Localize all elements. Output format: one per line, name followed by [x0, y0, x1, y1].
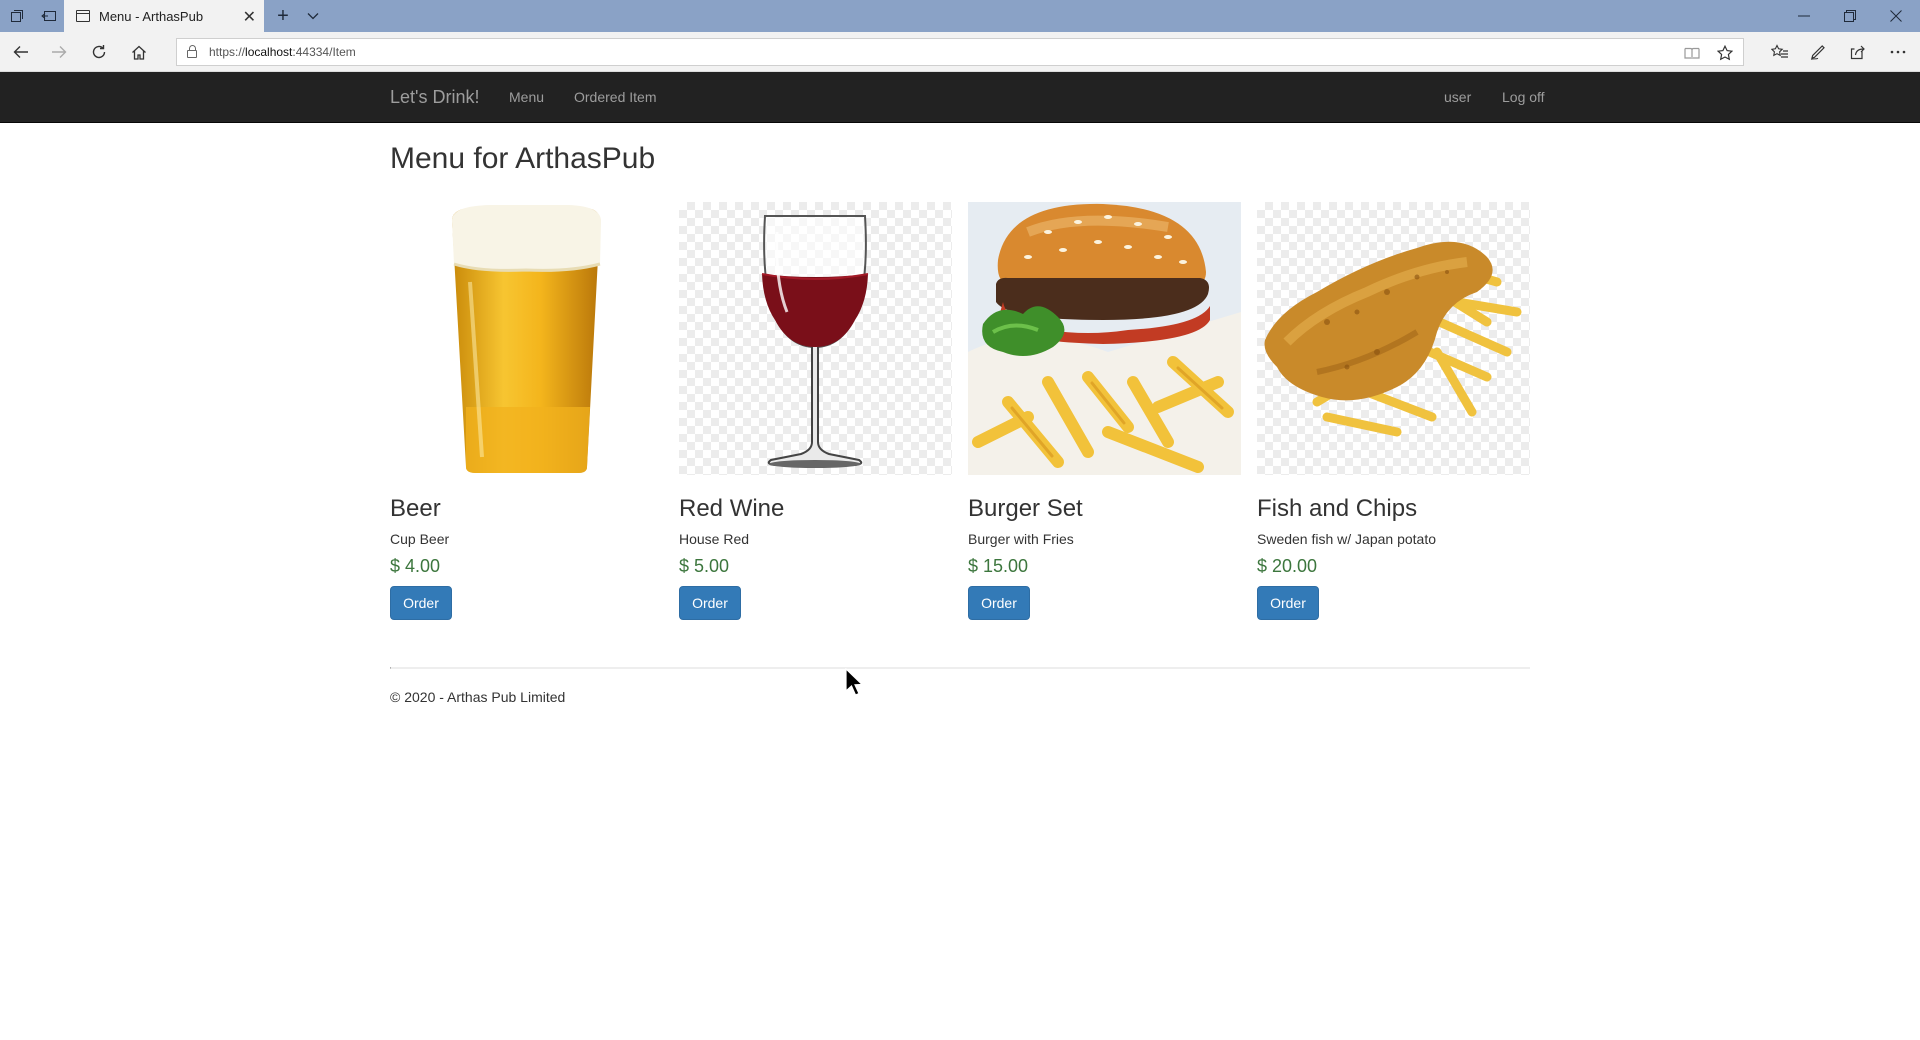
browser-toolbar: https://localhost:44334/Item: [0, 32, 1920, 72]
close-icon[interactable]: ✕: [243, 7, 256, 27]
reading-view-icon[interactable]: [1677, 41, 1707, 65]
brand-link[interactable]: Let's Drink!: [390, 87, 479, 108]
page-title: Menu for ArthasPub: [390, 142, 656, 175]
item-description: Sweden fish w/ Japan potato: [1257, 531, 1437, 547]
active-tab[interactable]: Menu - ArthasPub ✕: [64, 0, 264, 32]
url-text: https://localhost:44334/Item: [209, 45, 356, 59]
fish-and-chips-image: [1257, 202, 1530, 475]
beer-glass-image: [390, 202, 663, 475]
menu-item-card: Fish and Chips Sweden fish w/ Japan pota…: [1257, 202, 1530, 620]
item-price: $ 20.00: [1257, 556, 1318, 576]
share-icon[interactable]: [1840, 36, 1876, 68]
set-aside-icon[interactable]: [34, 0, 64, 32]
restore-icon[interactable]: [1827, 0, 1873, 32]
menu-item-card: Beer Cup Beer $ 4.00 Order: [390, 202, 663, 620]
wine-glass-image: [679, 202, 952, 475]
page-icon: [76, 10, 90, 22]
chevron-down-icon[interactable]: [298, 0, 328, 32]
item-name: Beer: [390, 495, 441, 522]
favorites-icon[interactable]: [1762, 36, 1798, 68]
site-navbar: Let's Drink! Menu Ordered Item user Log …: [0, 72, 1920, 123]
back-icon[interactable]: [4, 36, 38, 68]
more-icon[interactable]: [1880, 36, 1916, 68]
order-button[interactable]: Order: [679, 586, 741, 620]
item-description: Burger with Fries: [968, 531, 1074, 547]
minimize-icon[interactable]: [1781, 0, 1827, 32]
item-description: Cup Beer: [390, 531, 450, 547]
address-bar[interactable]: https://localhost:44334/Item: [176, 38, 1744, 66]
nav-ordered-item-link[interactable]: Ordered Item: [574, 89, 656, 105]
mouse-cursor-icon: [845, 668, 864, 696]
pen-icon[interactable]: [1800, 36, 1836, 68]
close-window-icon[interactable]: [1873, 0, 1919, 32]
item-name: Burger Set: [968, 495, 1083, 522]
star-icon[interactable]: [1710, 41, 1740, 65]
nav-logoff-link[interactable]: Log off: [1502, 89, 1545, 105]
item-price: $ 4.00: [390, 556, 441, 576]
tab-actions-icon[interactable]: [2, 0, 32, 32]
item-price: $ 5.00: [679, 556, 730, 576]
refresh-icon[interactable]: [82, 36, 116, 68]
tab-title: Menu - ArthasPub: [99, 8, 204, 24]
item-description: House Red: [679, 531, 750, 547]
nav-menu-link[interactable]: Menu: [509, 89, 544, 105]
item-price: $ 15.00: [968, 556, 1029, 576]
item-name: Red Wine: [679, 495, 785, 522]
order-button[interactable]: Order: [1257, 586, 1319, 620]
plus-icon[interactable]: +: [268, 0, 298, 32]
menu-item-card: Red Wine House Red $ 5.00 Order: [679, 202, 952, 620]
item-name: Fish and Chips: [1257, 495, 1418, 522]
browser-title-bar: Menu - ArthasPub ✕ +: [0, 0, 1920, 32]
nav-user-link[interactable]: user: [1444, 89, 1471, 105]
order-button[interactable]: Order: [968, 586, 1030, 620]
menu-item-card: Burger Set Burger with Fries $ 15.00 Ord…: [968, 202, 1241, 620]
footer-copyright: © 2020 - Arthas Pub Limited: [390, 689, 566, 705]
footer-divider: [390, 667, 1530, 669]
home-icon[interactable]: [122, 36, 156, 68]
lock-icon: [187, 45, 197, 58]
burger-image: [968, 202, 1241, 475]
order-button[interactable]: Order: [390, 586, 452, 620]
forward-icon[interactable]: [42, 36, 76, 68]
